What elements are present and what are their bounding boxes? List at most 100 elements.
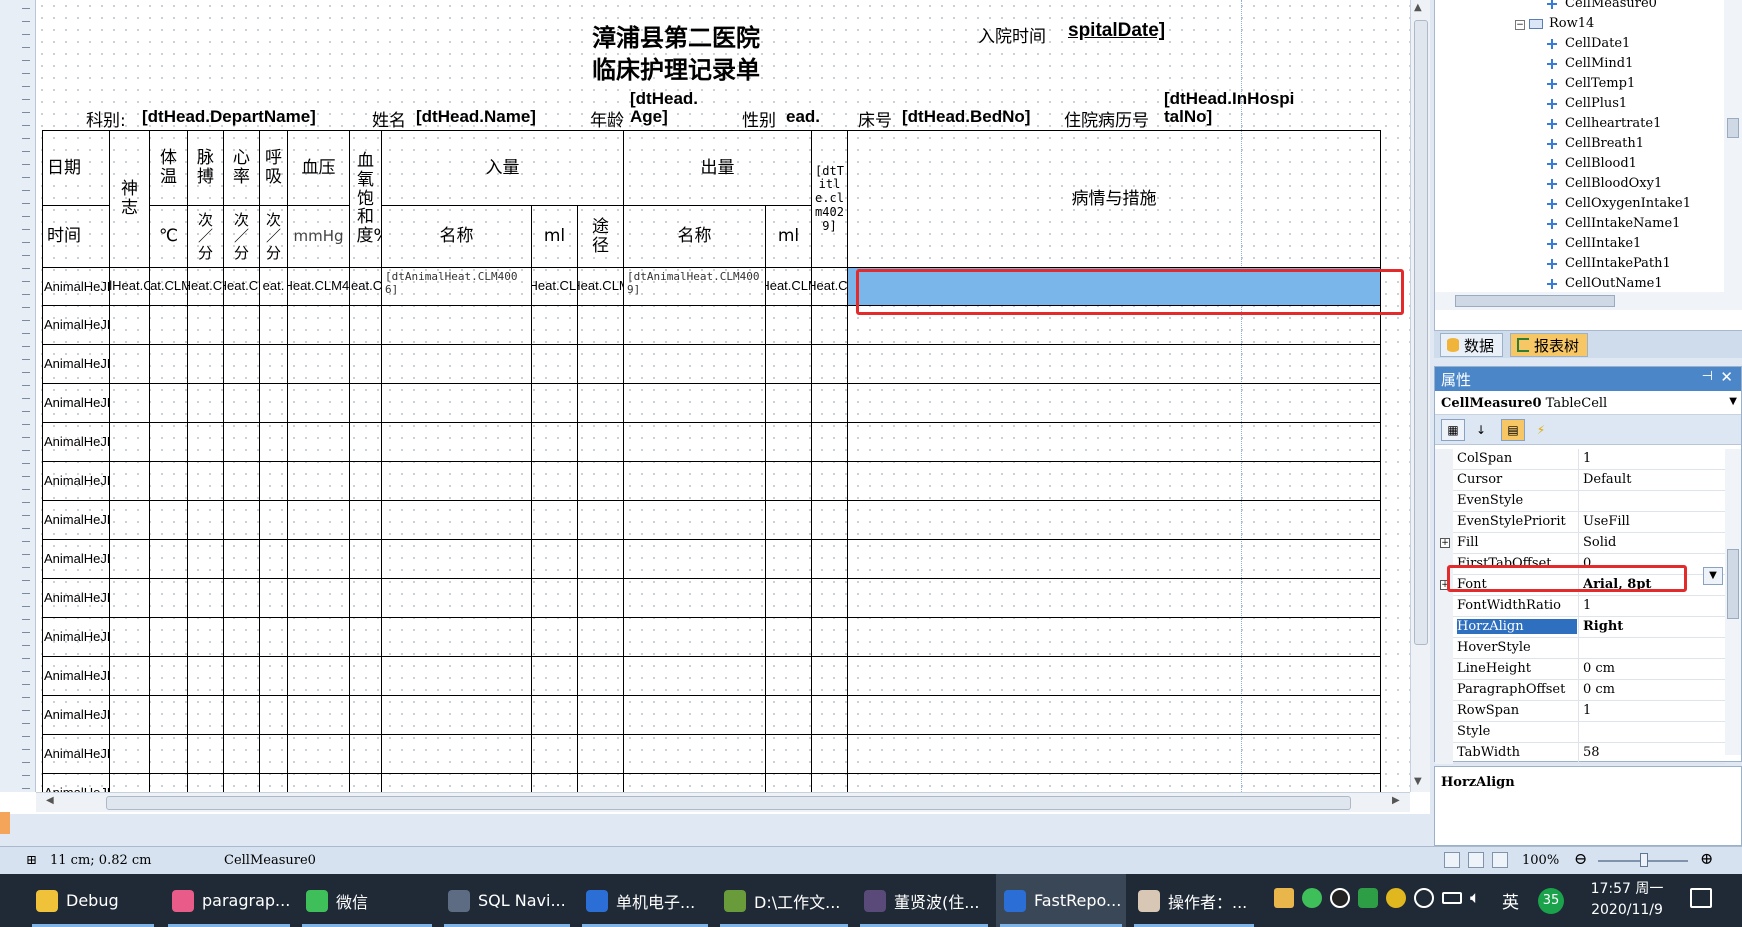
row-data-cell[interactable] — [288, 501, 350, 540]
tree-node-cell[interactable]: CellTemp1 — [1545, 76, 1635, 91]
properties-view-button[interactable]: ▤ — [1501, 419, 1525, 441]
row-data-cell[interactable] — [848, 657, 1381, 696]
row-data-cell[interactable] — [532, 306, 578, 345]
header-breath-unit[interactable]: 次／分 — [260, 206, 288, 268]
row-data-cell[interactable] — [224, 501, 260, 540]
row-data-cell[interactable] — [188, 462, 224, 501]
row-data-cell[interactable] — [624, 462, 766, 501]
row-data-cell[interactable] — [766, 306, 812, 345]
header-heart-unit[interactable]: 次／分 — [224, 206, 260, 268]
tree-node-cell[interactable]: Cellheartrate1 — [1545, 116, 1661, 131]
property-value[interactable]: 0 cm — [1583, 682, 1718, 697]
categorized-button[interactable]: ▦ — [1441, 419, 1465, 441]
row-data-cell[interactable] — [812, 501, 848, 540]
row-data-cell[interactable] — [766, 540, 812, 579]
row-data-cell[interactable] — [578, 618, 624, 657]
row-data-cell[interactable] — [766, 774, 812, 792]
header-output[interactable]: 出量 — [624, 130, 812, 206]
row-data-cell[interactable] — [848, 501, 1381, 540]
row-data-cell[interactable] — [350, 540, 382, 579]
row-data-cell[interactable] — [848, 579, 1381, 618]
row-data-cell[interactable] — [110, 540, 150, 579]
row-data-cell[interactable] — [150, 579, 188, 618]
row-data-cell[interactable] — [382, 618, 532, 657]
property-value[interactable]: UseFill — [1583, 514, 1718, 529]
sort-az-button[interactable]: ↓ — [1469, 419, 1493, 441]
row-data-cell[interactable] — [288, 540, 350, 579]
row-data-cell[interactable] — [848, 423, 1381, 462]
row-data-cell[interactable] — [848, 696, 1381, 735]
system-clock[interactable]: 17:57 周一 2020/11/9 — [1582, 879, 1672, 921]
row-data-cell[interactable] — [382, 423, 532, 462]
row-data-cell[interactable] — [624, 696, 766, 735]
row-data-cell[interactable] — [624, 423, 766, 462]
row-data-cell[interactable] — [224, 657, 260, 696]
scroll-up-arrow-icon[interactable]: ▲ — [1414, 2, 1422, 13]
row-data-cell[interactable] — [624, 540, 766, 579]
row-data-cell[interactable] — [766, 618, 812, 657]
row-data-cell[interactable] — [624, 345, 766, 384]
row-data-cell[interactable] — [150, 306, 188, 345]
security-shield-icon[interactable] — [1358, 888, 1378, 908]
row-datetime-cell[interactable]: AnimalHeJLRQSJ] — [42, 345, 110, 384]
row-data-cell[interactable] — [812, 384, 848, 423]
header-breath[interactable]: 呼吸 — [260, 130, 288, 206]
app-tray-icon[interactable] — [1386, 888, 1406, 908]
row-data-cell[interactable] — [848, 384, 1381, 423]
taskbar-app[interactable]: 董贤波(住... — [856, 874, 992, 927]
row1-output-ml[interactable]: imalHeat.CLM401 — [766, 268, 812, 306]
fit-page-icon[interactable] — [1444, 852, 1460, 868]
row-data-cell[interactable] — [812, 657, 848, 696]
row-data-cell[interactable] — [188, 423, 224, 462]
row-data-cell[interactable] — [224, 618, 260, 657]
row-data-cell[interactable] — [848, 345, 1381, 384]
row-data-cell[interactable] — [260, 618, 288, 657]
row-data-cell[interactable] — [766, 345, 812, 384]
hosp-no-field-line1[interactable]: [dtHead.InHospi — [1164, 90, 1294, 107]
row-data-cell[interactable] — [110, 774, 150, 792]
taskbar-app[interactable]: Debug — [28, 874, 158, 927]
zoom-slider-thumb[interactable] — [1640, 853, 1648, 867]
row-data-cell[interactable] — [224, 384, 260, 423]
row-data-cell[interactable] — [382, 384, 532, 423]
row-data-cell[interactable] — [260, 540, 288, 579]
row-data-cell[interactable] — [288, 462, 350, 501]
header-temp[interactable]: 体温 — [150, 130, 188, 206]
volume-icon[interactable]: 🔈︎ — [1470, 888, 1480, 908]
row-data-cell[interactable] — [110, 735, 150, 774]
row-data-cell[interactable] — [150, 540, 188, 579]
taskbar-app[interactable]: 单机电子... — [578, 874, 712, 927]
row-data-cell[interactable] — [260, 462, 288, 501]
row-data-cell[interactable] — [110, 345, 150, 384]
row-data-cell[interactable] — [532, 657, 578, 696]
row-data-cell[interactable] — [812, 618, 848, 657]
row-data-cell[interactable] — [578, 384, 624, 423]
row-data-cell[interactable] — [350, 501, 382, 540]
row-data-cell[interactable] — [848, 462, 1381, 501]
row-data-cell[interactable] — [624, 735, 766, 774]
row-data-cell[interactable] — [578, 306, 624, 345]
header-intake-ml[interactable]: ml — [532, 206, 578, 268]
row-data-cell[interactable] — [766, 579, 812, 618]
row-data-cell[interactable] — [578, 735, 624, 774]
row-data-cell[interactable] — [812, 345, 848, 384]
row-data-cell[interactable] — [288, 345, 350, 384]
row-data-cell[interactable] — [188, 618, 224, 657]
row-datetime-cell[interactable]: AnimalHeJLRQSJ] — [42, 735, 110, 774]
row-data-cell[interactable] — [766, 657, 812, 696]
taskbar-app[interactable]: 操作者：... — [1130, 874, 1258, 927]
properties-scroll-thumb[interactable] — [1727, 549, 1739, 619]
row-data-cell[interactable] — [288, 384, 350, 423]
row1-intake-path[interactable]: Heat.CLM — [578, 268, 624, 306]
row-data-cell[interactable] — [188, 345, 224, 384]
row-data-cell[interactable] — [224, 423, 260, 462]
row-datetime-cell[interactable]: AnimalHeJLRQSJ] — [42, 306, 110, 345]
property-value[interactable]: 1 — [1583, 451, 1718, 466]
row-data-cell[interactable] — [532, 423, 578, 462]
row-data-cell[interactable] — [288, 657, 350, 696]
row-data-cell[interactable] — [848, 540, 1381, 579]
row-data-cell[interactable] — [766, 384, 812, 423]
row-data-cell[interactable] — [812, 696, 848, 735]
row-data-cell[interactable] — [188, 540, 224, 579]
tab-report-tree[interactable]: 报表树 — [1510, 333, 1589, 357]
